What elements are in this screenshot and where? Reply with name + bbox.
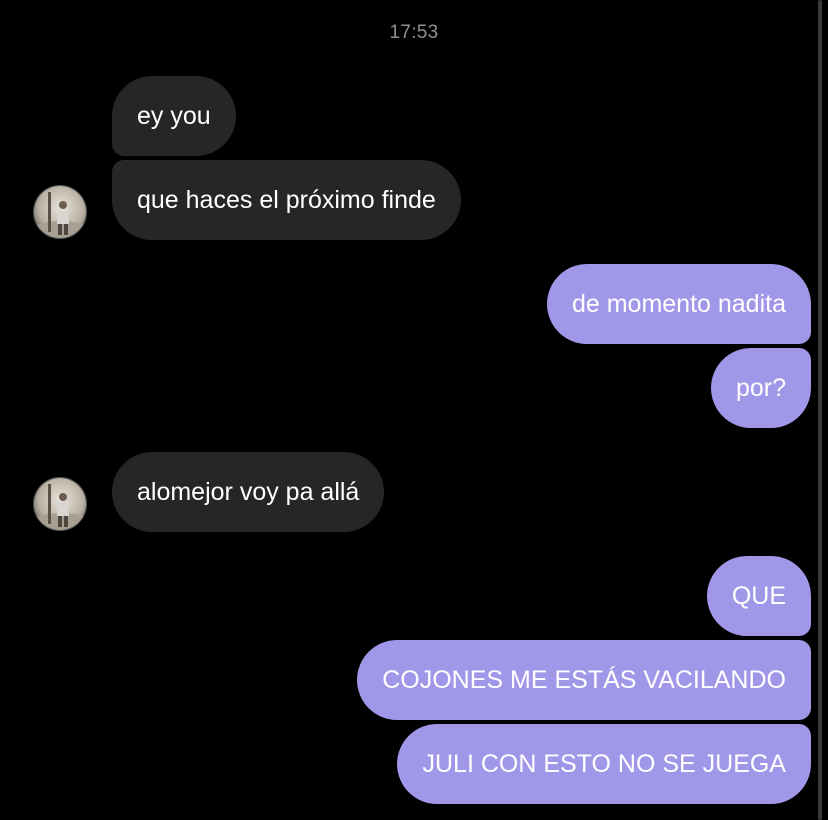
message-bubble-outgoing[interactable]: COJONES ME ESTÁS VACILANDO: [357, 640, 811, 720]
message-bubble-outgoing[interactable]: JULI CON ESTO NO SE JUEGA: [397, 724, 811, 804]
message-text: QUE: [731, 581, 786, 610]
message-text: COJONES ME ESTÁS VACILANDO: [382, 665, 786, 694]
message-bubble-outgoing[interactable]: QUE: [706, 556, 811, 636]
avatar-photo-icon: [34, 186, 86, 238]
message-bubble-outgoing[interactable]: de momento nadita: [546, 264, 811, 344]
message-bubble-incoming[interactable]: alomejor voy pa allá: [112, 452, 385, 532]
message-timestamp: 17:53: [389, 22, 439, 43]
message-text: por?: [735, 373, 786, 402]
message-bubble-incoming[interactable]: que haces el próximo finde: [112, 160, 461, 240]
contact-avatar[interactable]: [33, 477, 87, 531]
message-text: de momento nadita: [571, 289, 786, 318]
avatar-photo-icon: [34, 478, 86, 530]
message-text: ey you: [137, 101, 211, 130]
message-bubble-outgoing[interactable]: por?: [710, 348, 811, 428]
message-text: alomejor voy pa allá: [137, 477, 360, 506]
message-bubble-incoming[interactable]: ey you: [112, 76, 236, 156]
message-text: JULI CON ESTO NO SE JUEGA: [422, 749, 786, 778]
scrollbar[interactable]: [818, 0, 822, 820]
contact-avatar[interactable]: [33, 185, 87, 239]
message-text: que haces el próximo finde: [137, 185, 436, 214]
